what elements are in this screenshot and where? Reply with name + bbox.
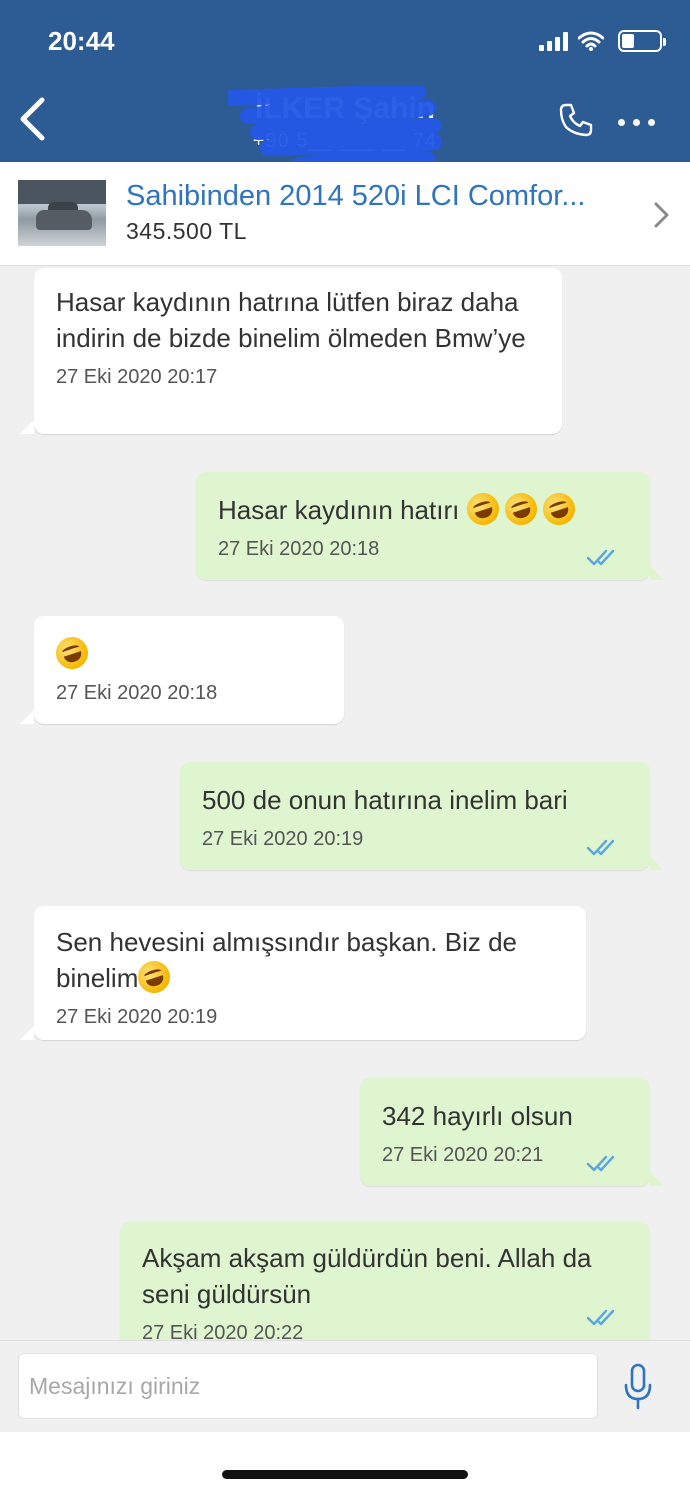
message-text: Sen hevesini almışsındır başkan. Biz de … <box>56 924 564 998</box>
message-time: 27 Eki 2020 20:22 <box>142 1322 304 1340</box>
message-text: Hasar kaydının hatırı <box>218 488 628 530</box>
message-time: 27 Eki 2020 20:19 <box>202 828 364 850</box>
rofl-emoji-icon <box>500 488 541 530</box>
listing-title[interactable]: Sahibinden 2014 520i LCI Comfor... <box>126 180 636 213</box>
listing-card[interactable]: Sahibinden 2014 520i LCI Comfor... 345.5… <box>0 162 690 266</box>
status-icons <box>539 30 666 52</box>
message-incoming[interactable]: Sen hevesini almışsındır başkan. Biz de … <box>20 906 586 1040</box>
composer-bar <box>0 1340 690 1432</box>
read-ticks-icon <box>586 1309 615 1326</box>
message-list[interactable]: Hasar kaydının hatrına lütfen biraz daha… <box>0 266 690 1340</box>
back-button[interactable] <box>12 94 52 144</box>
listing-thumbnail <box>18 180 106 246</box>
read-ticks-icon <box>586 839 615 856</box>
voice-message-button[interactable] <box>616 1359 660 1415</box>
back-chevron-icon <box>20 97 45 141</box>
battery-icon <box>618 30 666 52</box>
message-text: 500 de onun hatırına inelim bari <box>202 785 568 815</box>
read-ticks-icon <box>586 1155 615 1172</box>
home-indicator-area <box>0 1432 690 1494</box>
rofl-emoji-icon <box>462 488 503 530</box>
message-outgoing[interactable]: Hasar kaydının hatırı 27 Eki 2020 20:18 <box>196 472 664 580</box>
message-text: Hasar kaydının hatrına lütfen biraz daha… <box>56 287 526 353</box>
message-time: 27 Eki 2020 20:18 <box>218 538 380 560</box>
call-button[interactable] <box>556 98 596 142</box>
rofl-emoji-icon <box>134 956 175 998</box>
message-text: 342 hayırlı olsun <box>382 1101 573 1131</box>
status-time: 20:44 <box>48 26 115 56</box>
phone-icon <box>559 103 593 137</box>
rofl-emoji-icon <box>538 488 579 530</box>
listing-price: 345.500 TL <box>126 218 247 244</box>
chevron-right-icon <box>654 202 669 228</box>
message-time: 27 Eki 2020 20:19 <box>56 1006 218 1028</box>
message-time: 27 Eki 2020 20:17 <box>56 366 218 388</box>
cellular-signal-icon <box>539 31 568 51</box>
more-dots-icon <box>617 118 625 126</box>
message-input[interactable] <box>18 1353 598 1419</box>
home-indicator[interactable] <box>222 1470 468 1479</box>
message-time: 27 Eki 2020 20:18 <box>56 682 218 704</box>
message-text <box>51 632 322 674</box>
microphone-icon <box>624 1363 652 1410</box>
more-options-button[interactable] <box>612 110 660 134</box>
rofl-emoji-icon <box>51 632 93 674</box>
message-outgoing[interactable]: 500 de onun hatırına inelim bari 27 Eki … <box>180 762 664 870</box>
message-text: Akşam akşam güldürdün beni. Allah da sen… <box>142 1243 592 1309</box>
wifi-icon <box>578 31 604 51</box>
read-ticks-icon <box>586 549 615 566</box>
message-incoming[interactable]: 27 Eki 2020 20:18 <box>20 616 344 724</box>
message-outgoing[interactable]: 342 hayırlı olsun 27 Eki 2020 20:21 <box>360 1078 664 1186</box>
message-outgoing[interactable]: Akşam akşam güldürdün beni. Allah da sen… <box>120 1222 650 1340</box>
message-incoming[interactable]: Hasar kaydının hatrına lütfen biraz daha… <box>20 268 562 434</box>
header-bar: 20:44 İLKER Şahin +90 5__ ___ __ 74 <box>0 0 690 174</box>
